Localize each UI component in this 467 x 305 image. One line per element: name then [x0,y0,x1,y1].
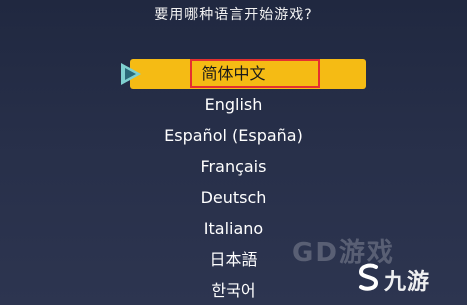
play-cursor-inner-icon [125,68,136,80]
language-option-es[interactable]: Español (España) [0,120,467,151]
language-option-zh-hans[interactable]: 简体中文 [0,58,467,89]
watermark-logo-text: 九游 [384,270,431,295]
language-option-fr[interactable]: Français [0,151,467,182]
language-label: Français [200,157,267,176]
language-label: English [204,95,263,114]
language-option-it[interactable]: Italiano [0,213,467,244]
language-label: 日本語 [209,250,258,269]
language-option-en[interactable]: English [0,89,467,120]
jiuyou-logo-icon [358,263,379,291]
language-label: Español (España) [164,126,303,145]
language-label: 한국어 [211,281,256,300]
language-prompt: 要用哪种语言开始游戏? [154,7,313,23]
language-label: 简体中文 [201,64,266,83]
language-option-de[interactable]: Deutsch [0,182,467,213]
language-label: Deutsch [200,188,267,207]
language-label: Italiano [203,219,264,238]
